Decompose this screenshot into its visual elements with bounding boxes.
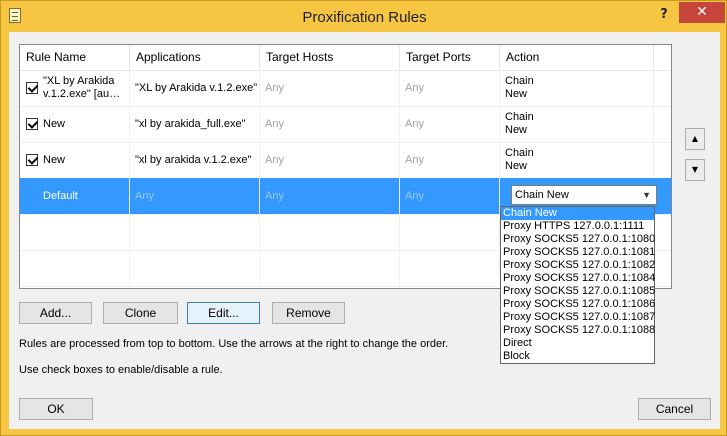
rule-name-cell: New (20, 142, 130, 178)
dropdown-option[interactable]: Chain New (501, 207, 654, 220)
dropdown-option[interactable]: Proxy SOCKS5 127.0.0.1:1085 (501, 285, 655, 298)
move-up-button[interactable]: ▲ (685, 128, 705, 150)
action-cell: Chain New (500, 142, 654, 178)
column-target-ports[interactable]: Target Ports (400, 45, 500, 70)
enable-checkbox[interactable] (26, 118, 38, 130)
dropdown-option[interactable]: Proxy SOCKS5 127.0.0.1:1088 (501, 324, 655, 337)
edit-button[interactable]: Edit... (187, 302, 260, 324)
applications-cell: "XL by Arakida v.1.2.exe" (130, 70, 260, 106)
dropdown-option[interactable]: Block (501, 350, 654, 363)
action-dropdown-list: Chain New Proxy HTTPS 127.0.0.1:1111 Pro… (500, 206, 655, 364)
target-hosts-value: Any (260, 178, 400, 214)
rule-name: New (43, 118, 66, 130)
action-value: Chain New (505, 75, 534, 100)
target-hosts-value: Any (260, 70, 400, 106)
table-header: Rule Name Applications Target Hosts Targ… (20, 45, 671, 71)
checkbox-note: Use check boxes to enable/disable a rule… (19, 364, 223, 376)
applications-value: "xl by arakida_full.exe" (130, 106, 260, 142)
action-select-value: Chain New (515, 189, 569, 201)
target-ports-value: Any (400, 106, 500, 142)
enable-checkbox[interactable] (26, 154, 38, 166)
table-row[interactable]: New "xl by arakida_full.exe" Any Any Cha… (20, 106, 671, 143)
column-action[interactable]: Action (500, 45, 654, 70)
action-value: Chain New (505, 111, 534, 136)
target-ports-value: Any (400, 142, 500, 178)
order-note: Rules are processed from top to bottom. … (19, 338, 449, 350)
dropdown-option[interactable]: Proxy SOCKS5 127.0.0.1:1080 (501, 233, 655, 246)
dropdown-option[interactable]: Proxy SOCKS5 127.0.0.1:1082 (501, 259, 655, 272)
applications-value: Any (130, 178, 260, 214)
dropdown-option[interactable]: Direct (501, 337, 654, 350)
table-row[interactable]: New "xl by arakida v.1.2.exe" Any Any Ch… (20, 142, 671, 179)
column-rule-name[interactable]: Rule Name (20, 45, 130, 70)
applications-value: "XL by Arakida v.1.2.exe" (135, 81, 258, 94)
window-title: Proxification Rules (302, 9, 427, 26)
cancel-button[interactable]: Cancel (638, 398, 711, 420)
dropdown-option[interactable]: Proxy SOCKS5 127.0.0.1:1087 (501, 311, 655, 324)
move-down-button[interactable]: ▼ (685, 159, 705, 181)
dropdown-option[interactable]: Proxy SOCKS5 127.0.0.1:1084 (501, 272, 655, 285)
target-hosts-value: Any (260, 106, 400, 142)
close-button[interactable]: ✕ (679, 2, 725, 23)
column-applications[interactable]: Applications (130, 45, 260, 70)
remove-button[interactable]: Remove (272, 302, 345, 324)
applications-value: "xl by arakida v.1.2.exe" (130, 142, 260, 178)
dropdown-option[interactable]: Proxy SOCKS5 127.0.0.1:1081 (501, 246, 655, 259)
rule-name-cell: "XL by Arakida v.1.2.exe" [au… (20, 70, 130, 106)
rule-name-cell: New (20, 106, 130, 142)
table-row[interactable]: "XL by Arakida v.1.2.exe" [au… "XL by Ar… (20, 70, 671, 107)
action-cell: Chain New (500, 70, 654, 106)
chevron-down-icon: ▼ (642, 190, 651, 200)
rule-name: New (43, 154, 66, 166)
target-ports-value: Any (400, 178, 500, 214)
action-select[interactable]: Chain New ▼ (511, 185, 657, 205)
column-target-hosts[interactable]: Target Hosts (260, 45, 400, 70)
window-frame: Proxification Rules ? ✕ Rule Name Applic… (0, 0, 727, 436)
target-hosts-value: Any (260, 142, 400, 178)
add-button[interactable]: Add... (19, 302, 92, 324)
target-ports-value: Any (400, 70, 500, 106)
ok-button[interactable]: OK (19, 398, 93, 420)
help-button[interactable]: ? (653, 5, 675, 25)
default-rule-name: Default (20, 178, 130, 214)
rule-name: "XL by Arakida v.1.2.exe" [au… (43, 75, 121, 100)
clone-button[interactable]: Clone (103, 302, 178, 324)
title-bar: Proxification Rules ? ✕ (1, 1, 727, 33)
action-cell: Chain New (500, 106, 654, 142)
enable-checkbox[interactable] (26, 82, 38, 94)
action-value: Chain New (505, 147, 534, 172)
dropdown-option[interactable]: Proxy SOCKS5 127.0.0.1:1086 (501, 298, 655, 311)
dropdown-option[interactable]: Proxy HTTPS 127.0.0.1:1111 (501, 220, 654, 233)
